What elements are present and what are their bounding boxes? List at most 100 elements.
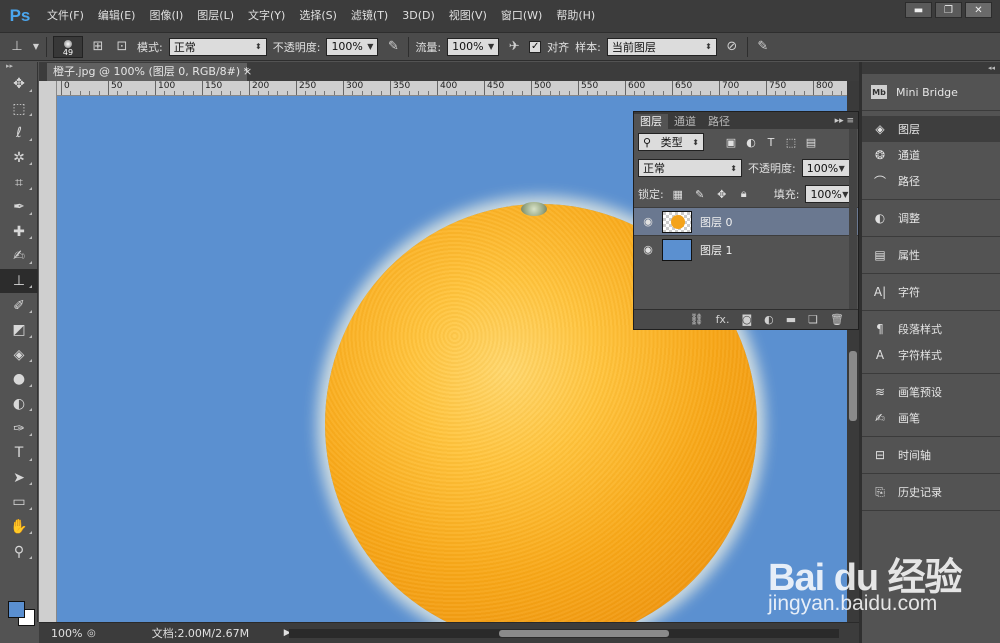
ignore-adjustment-layers-icon[interactable]: ⊘ — [723, 38, 741, 56]
vertical-scroll-thumb[interactable] — [849, 351, 857, 421]
menu-filter[interactable]: 滤镜(T) — [344, 0, 395, 32]
sample-select[interactable]: 当前图层 ⬍ — [606, 37, 717, 56]
opacity-field[interactable]: 100% ▼ — [326, 37, 379, 56]
lock-image-icon[interactable]: ✎ — [692, 188, 708, 201]
hand-tool-icon[interactable]: ✋ — [0, 515, 38, 540]
menu-type[interactable]: 文字(Y) — [241, 0, 292, 32]
chevron-down-icon[interactable]: ▼ — [32, 38, 40, 56]
fx-icon[interactable]: fx. — [716, 313, 730, 326]
dock-item-properties[interactable]: ▤ 属性 — [862, 242, 1000, 268]
eyedropper-tool-icon[interactable]: ✒ — [0, 195, 38, 220]
filter-type-select[interactable]: ⚲ 类型 ⬍ — [638, 133, 704, 151]
filter-shape-icon[interactable]: ⬚ — [784, 136, 798, 149]
airbrush-icon[interactable]: ✈ — [505, 38, 523, 56]
menu-window[interactable]: 窗口(W) — [494, 0, 549, 32]
clone-stamp-tool-preset-icon[interactable]: ⊥ — [8, 38, 26, 56]
rectangular-marquee-tool-icon[interactable]: ⬚ — [0, 97, 38, 122]
menu-layer[interactable]: 图层(L) — [190, 0, 241, 32]
move-tool-icon[interactable]: ✥ — [0, 72, 38, 97]
filter-adjustment-icon[interactable]: ◐ — [744, 136, 758, 149]
dodge-tool-icon[interactable]: ◐ — [0, 392, 38, 417]
blend-mode-select[interactable]: 正常 ⬍ — [638, 159, 742, 177]
menu-view[interactable]: 视图(V) — [442, 0, 494, 32]
dock-collapse-icon[interactable]: ◂◂ — [862, 62, 1000, 74]
magic-wand-tool-icon[interactable]: ✲ — [0, 146, 38, 171]
dock-item-character-styles[interactable]: A 字符样式 — [862, 342, 1000, 368]
trash-icon[interactable]: 🗑︎ — [830, 313, 844, 326]
type-tool-icon[interactable]: T — [0, 441, 38, 466]
zoom-tool-icon[interactable]: ⚲ — [0, 539, 38, 564]
link-icon[interactable]: ⛓ — [690, 313, 704, 326]
dock-item-layers[interactable]: ◈ 图层 — [862, 116, 1000, 142]
menu-3d[interactable]: 3D(D) — [395, 0, 442, 32]
document-close-icon[interactable]: × — [243, 63, 252, 81]
filter-pixel-icon[interactable]: ▣ — [724, 136, 738, 149]
history-brush-icon[interactable]: ✐ — [0, 293, 38, 318]
dock-item-timeline[interactable]: ⊟ 时间轴 — [862, 442, 1000, 468]
menu-select[interactable]: 选择(S) — [292, 0, 344, 32]
lock-position-icon[interactable]: ✥ — [714, 188, 730, 201]
maximize-button[interactable]: ❐ — [935, 2, 962, 18]
path-selection-icon[interactable]: ➤ — [0, 466, 38, 491]
pen-tool-icon[interactable]: ✑ — [0, 416, 38, 441]
layers-scrollbar[interactable] — [849, 129, 857, 309]
foreground-color-swatch[interactable] — [8, 601, 25, 618]
menu-help[interactable]: 帮助(H) — [549, 0, 602, 32]
brush-preset-picker[interactable]: 49 — [53, 35, 83, 58]
close-button[interactable]: ✕ — [965, 2, 992, 18]
crop-tool-icon[interactable]: ⌗ — [0, 170, 38, 195]
mask-icon[interactable]: ◙ — [741, 313, 752, 326]
brush-tool-icon[interactable]: ✍ — [0, 244, 38, 269]
dock-item-history[interactable]: ⎘ 历史记录 — [862, 479, 1000, 505]
lock-all-icon[interactable]: 🔒︎ — [736, 187, 752, 201]
paint-bucket-icon[interactable]: ◈ — [0, 343, 38, 368]
pressure-size-icon[interactable]: ✎ — [754, 38, 772, 56]
menu-file[interactable]: 文件(F) — [40, 0, 91, 32]
eye-icon[interactable]: ◉ — [634, 215, 662, 228]
spot-healing-brush-icon[interactable]: ✚ — [0, 220, 38, 245]
mode-select[interactable]: 正常 ⬍ — [168, 37, 267, 56]
panel-menu-icon[interactable]: ▸▸ ≡ — [835, 114, 858, 129]
eraser-tool-icon[interactable]: ◩ — [0, 318, 38, 343]
document-tab[interactable]: 橙子.jpg @ 100% (图层 0, RGB/8#) * — [47, 63, 249, 81]
fill-field[interactable]: 100% ▼ — [805, 185, 854, 203]
align-checkbox[interactable]: ✓ — [529, 40, 542, 53]
eye-icon[interactable]: ◉ — [634, 243, 662, 256]
lasso-tool-icon[interactable]: ℓ — [0, 121, 38, 146]
rectangle-tool-icon[interactable]: ▭ — [0, 490, 38, 515]
flow-field[interactable]: 100% ▼ — [447, 37, 500, 56]
adjustment-icon[interactable]: ◐ — [764, 313, 774, 326]
blur-tool-icon[interactable]: ● — [0, 367, 38, 392]
panel-grip-icon[interactable]: ▸▸ — [0, 62, 37, 72]
menu-image[interactable]: 图像(I) — [142, 0, 190, 32]
dock-item-mini-bridge[interactable]: Mb Mini Bridge — [862, 79, 1000, 105]
clone-stamp-tool-icon[interactable]: ⊥ — [0, 268, 38, 294]
brush-panel-icon[interactable]: ⊡ — [113, 38, 131, 56]
folder-icon[interactable]: ▬ — [786, 313, 796, 326]
dock-item-brush-presets[interactable]: ≋ 画笔预设 — [862, 379, 1000, 405]
minimize-button[interactable]: ▬ — [905, 2, 932, 18]
filter-type-icon[interactable]: T — [764, 136, 778, 149]
new-layer-icon[interactable]: ❏ — [808, 313, 818, 326]
pressure-opacity-icon[interactable]: ✎ — [384, 38, 402, 56]
filter-smart-object-icon[interactable]: ▤ — [804, 136, 818, 149]
menu-edit[interactable]: 编辑(E) — [91, 0, 143, 32]
zoom-level[interactable]: 100% — [39, 627, 87, 640]
layer-row[interactable]: ◉ 图层 0 — [634, 207, 858, 235]
status-icon[interactable]: ◎ — [87, 628, 96, 639]
layer-row[interactable]: ◉ 图层 1 — [634, 235, 858, 263]
dock-item-channels[interactable]: ❂ 通道 — [862, 142, 1000, 168]
dock-item-character[interactable]: A| 字符 — [862, 279, 1000, 305]
clone-source-panel-icon[interactable]: ⊞ — [89, 38, 107, 56]
dock-item-paragraph-styles[interactable]: ¶ 段落样式 — [862, 316, 1000, 342]
layer-opacity-field[interactable]: 100% ▼ — [801, 159, 850, 177]
tab-channels[interactable]: 通道 — [668, 114, 702, 129]
dock-item-paths[interactable]: ⌒ 路径 — [862, 168, 1000, 194]
lock-transparent-icon[interactable]: ▦ — [670, 188, 686, 201]
dock-item-brush[interactable]: ✍ 画笔 — [862, 405, 1000, 431]
horizontal-scroll-thumb[interactable] — [499, 630, 669, 637]
horizontal-scrollbar[interactable] — [289, 629, 839, 638]
dock-item-adjustments[interactable]: ◐ 调整 — [862, 205, 1000, 231]
tab-layers[interactable]: 图层 — [634, 114, 668, 129]
tab-paths[interactable]: 路径 — [702, 114, 736, 129]
